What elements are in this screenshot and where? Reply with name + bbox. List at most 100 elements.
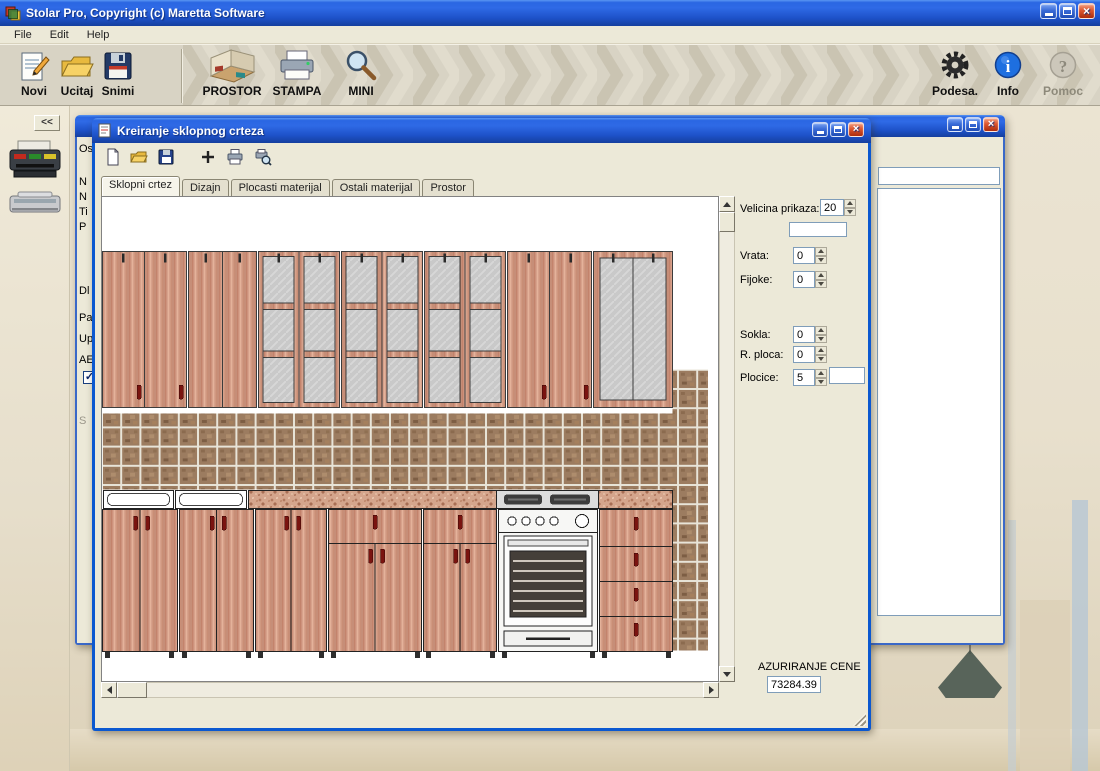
pomoc-button[interactable]: ? Pomoc bbox=[1036, 49, 1090, 98]
dialog-save-icon[interactable] bbox=[157, 148, 175, 166]
fijoke-spin-down-button[interactable] bbox=[815, 280, 827, 289]
tab-sklopni-crtez[interactable]: Sklopni crtez bbox=[101, 176, 180, 196]
main-maximize-button[interactable] bbox=[1059, 3, 1076, 19]
fijoke-input[interactable] bbox=[793, 271, 815, 288]
gear-icon bbox=[937, 49, 973, 83]
sokla-spin-down-button[interactable] bbox=[815, 335, 827, 344]
vrata-spin-down-button[interactable] bbox=[815, 256, 827, 265]
open-folder-icon bbox=[59, 49, 95, 83]
vrata-spinner[interactable] bbox=[815, 247, 827, 264]
countertop bbox=[104, 491, 673, 509]
svg-text:i: i bbox=[1006, 57, 1011, 76]
novi-button[interactable]: Novi bbox=[12, 49, 56, 98]
prostor-button[interactable]: PROSTOR bbox=[199, 49, 265, 98]
vrata-input[interactable] bbox=[793, 247, 815, 264]
dialog-print-preview-icon[interactable] bbox=[254, 148, 272, 166]
velicina-spin-up-button[interactable] bbox=[844, 199, 856, 208]
drawing-canvas[interactable] bbox=[101, 196, 719, 682]
minimize-icon bbox=[952, 126, 959, 129]
rploca-spin-up-button[interactable] bbox=[815, 346, 827, 355]
dialog-icon bbox=[98, 123, 113, 138]
velicina-input[interactable] bbox=[820, 199, 844, 216]
photo-floor bbox=[0, 729, 1100, 771]
mini-label: MINI bbox=[348, 84, 373, 98]
dialog-new-icon[interactable] bbox=[104, 148, 122, 166]
price-input[interactable] bbox=[767, 676, 821, 693]
dialog-maximize-button[interactable] bbox=[830, 122, 846, 137]
velicina-spin-down-button[interactable] bbox=[844, 208, 856, 217]
rploca-input[interactable] bbox=[793, 346, 815, 363]
rploca-spinner[interactable] bbox=[815, 346, 827, 363]
plocice-aux-input[interactable] bbox=[829, 367, 865, 384]
vscroll-up-button[interactable] bbox=[719, 196, 735, 212]
sokla-spin-up-button[interactable] bbox=[815, 326, 827, 335]
dialog-resize-grip[interactable] bbox=[853, 713, 866, 726]
photo-door-frame bbox=[1072, 500, 1088, 771]
ucitaj-button[interactable]: Ucitaj bbox=[55, 49, 99, 98]
info-button[interactable]: i Info bbox=[983, 49, 1033, 98]
cabinet-feet bbox=[105, 652, 671, 658]
vscroll-thumb[interactable] bbox=[719, 212, 735, 232]
podesa-button[interactable]: Podesa. bbox=[924, 49, 986, 98]
bgwin-text-field[interactable] bbox=[878, 167, 1000, 185]
main-window-title: Stolar Pro, Copyright (c) Maretta Softwa… bbox=[26, 6, 265, 20]
tab-ostali-materijal[interactable]: Ostali materijal bbox=[332, 179, 421, 196]
tab-prostor[interactable]: Prostor bbox=[422, 179, 473, 196]
main-titlebar[interactable]: Stolar Pro, Copyright (c) Maretta Softwa… bbox=[0, 0, 1100, 26]
mini-button[interactable]: MINI bbox=[334, 49, 388, 98]
snimi-button[interactable]: Snimi bbox=[96, 49, 140, 98]
vrata-label: Vrata: bbox=[740, 250, 769, 262]
canvas-vscrollbar[interactable] bbox=[719, 196, 735, 682]
dialog-close-button[interactable]: × bbox=[848, 122, 864, 137]
photo-door-frame-2 bbox=[1008, 520, 1016, 771]
vrata-spin-up-button[interactable] bbox=[815, 247, 827, 256]
info-icon: i bbox=[991, 49, 1025, 83]
svg-text:?: ? bbox=[1059, 57, 1068, 76]
stampa-button[interactable]: STAMPA bbox=[266, 49, 328, 98]
main-close-button[interactable]: × bbox=[1078, 3, 1095, 19]
fijoke-spin-up-button[interactable] bbox=[815, 271, 827, 280]
hscroll-left-button[interactable] bbox=[101, 682, 117, 698]
bgwin-minimize-button[interactable] bbox=[947, 117, 963, 132]
velicina-spinner[interactable] bbox=[844, 199, 856, 216]
canvas-hscrollbar[interactable] bbox=[101, 682, 719, 698]
pomoc-label: Pomoc bbox=[1043, 84, 1083, 98]
menubar: File Edit Help bbox=[0, 26, 1100, 44]
stampa-label: STAMPA bbox=[273, 84, 322, 98]
dialog-window[interactable]: Kreiranje sklopnog crteza × bbox=[92, 118, 871, 731]
scanner-icon[interactable] bbox=[8, 188, 62, 218]
bgwin-close-button[interactable]: × bbox=[983, 117, 999, 132]
new-document-icon bbox=[16, 49, 52, 83]
kitchen-elevation-drawing bbox=[102, 197, 718, 681]
menu-file[interactable]: File bbox=[5, 27, 41, 43]
maximize-icon bbox=[1063, 7, 1072, 15]
room-plan-icon bbox=[206, 49, 258, 83]
dialog-tabstrip: Sklopni crtez Dizajn Plocasti materijal … bbox=[101, 174, 476, 196]
dialog-open-icon[interactable] bbox=[130, 148, 148, 166]
info-label: Info bbox=[997, 84, 1019, 98]
color-printer-icon[interactable] bbox=[8, 138, 62, 180]
main-minimize-button[interactable] bbox=[1040, 3, 1057, 19]
menu-edit[interactable]: Edit bbox=[41, 27, 78, 43]
sokla-spinner[interactable] bbox=[815, 326, 827, 343]
fijoke-spinner[interactable] bbox=[815, 271, 827, 288]
hscroll-thumb[interactable] bbox=[117, 682, 147, 698]
dialog-add-icon[interactable] bbox=[199, 148, 217, 166]
hscroll-right-button[interactable] bbox=[703, 682, 719, 698]
tab-dizajn[interactable]: Dizajn bbox=[182, 179, 229, 196]
bgwin-list-panel[interactable] bbox=[877, 188, 1001, 616]
plocice-spin-up-button[interactable] bbox=[815, 369, 827, 378]
menu-help[interactable]: Help bbox=[78, 27, 119, 43]
plocice-input[interactable] bbox=[793, 369, 815, 386]
panel-collapse-button[interactable]: << bbox=[34, 115, 60, 131]
sokla-input[interactable] bbox=[793, 326, 815, 343]
plocice-spin-down-button[interactable] bbox=[815, 378, 827, 387]
aux-input[interactable] bbox=[789, 222, 847, 237]
plocice-spinner[interactable] bbox=[815, 369, 827, 386]
tab-plocasti-materijal[interactable]: Plocasti materijal bbox=[231, 179, 330, 196]
rploca-spin-down-button[interactable] bbox=[815, 355, 827, 364]
bgwin-maximize-button[interactable] bbox=[965, 117, 981, 132]
vscroll-down-button[interactable] bbox=[719, 666, 735, 682]
dialog-print-icon[interactable] bbox=[226, 148, 244, 166]
dialog-minimize-button[interactable] bbox=[812, 122, 828, 137]
